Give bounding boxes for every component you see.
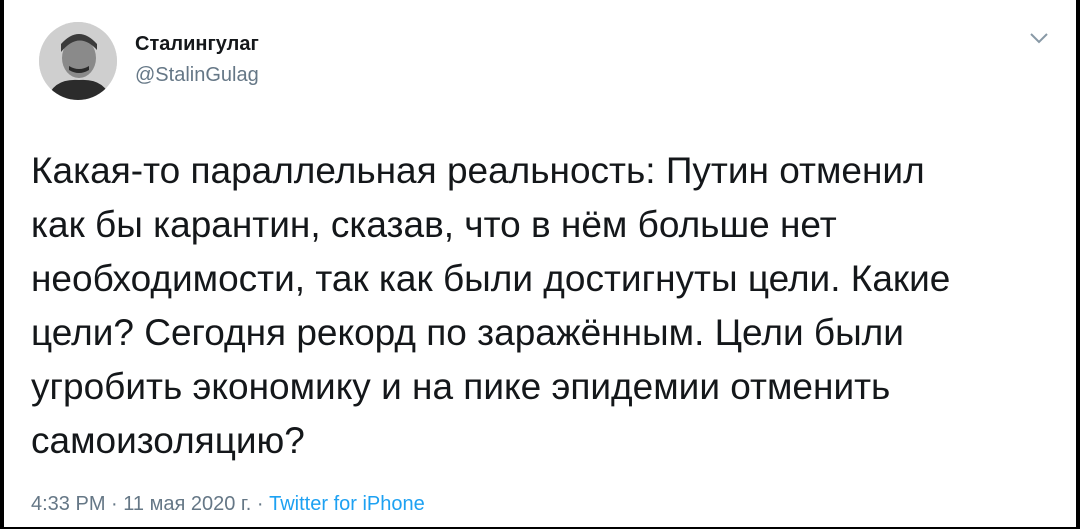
tweet-card: Сталингулаг @StalinGulag Какая-то паралл… <box>4 0 1076 527</box>
meta-separator: · <box>256 493 264 515</box>
avatar[interactable] <box>39 22 117 100</box>
tweet-source-link[interactable]: Twitter for iPhone <box>269 493 425 515</box>
meta-separator: · <box>111 493 118 515</box>
tweet-time[interactable]: 4:33 PM <box>31 493 105 515</box>
author-handle[interactable]: @StalinGulag <box>135 64 259 87</box>
chevron-down-icon[interactable] <box>1028 30 1050 46</box>
author-display-name[interactable]: Сталингулаг <box>135 33 259 56</box>
tweet-date[interactable]: 11 мая 2020 г. <box>123 493 251 515</box>
tweet-text: Какая-то параллельная реальность: Путин … <box>31 150 951 461</box>
tweet-metadata: 4:33 PM · 11 мая 2020 г. · Twitter for i… <box>31 493 425 516</box>
avatar-portrait-icon <box>39 22 117 100</box>
